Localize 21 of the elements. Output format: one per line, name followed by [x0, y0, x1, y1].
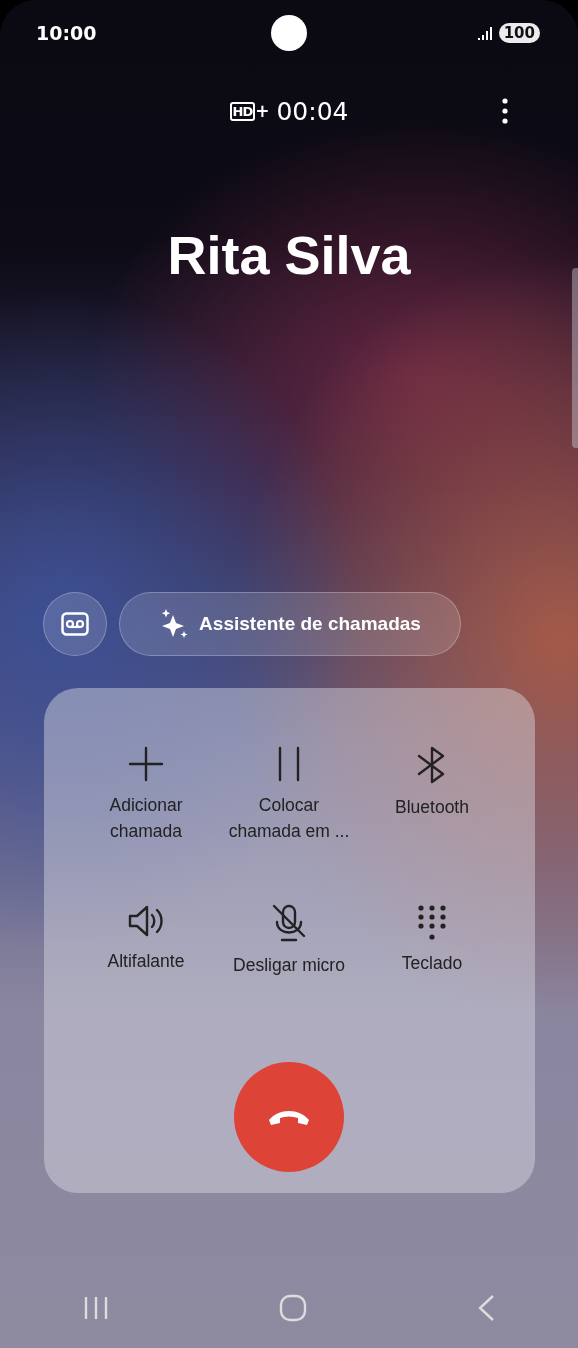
- signal-icon: [477, 25, 493, 41]
- call-action-button[interactable]: Adicionar chamada: [74, 746, 218, 886]
- call-action-button[interactable]: Bluetooth: [360, 746, 504, 886]
- microphone-off-icon: [272, 904, 306, 942]
- contact-name: Rita Silva: [167, 224, 411, 286]
- plus-icon: [128, 746, 164, 782]
- call-duration: 00:04: [276, 96, 349, 126]
- more-options-icon[interactable]: [502, 98, 508, 124]
- voicemail-icon: [61, 612, 89, 636]
- camera-cutout: [271, 15, 307, 51]
- speaker-icon: [127, 904, 165, 938]
- pause-icon: [276, 746, 302, 782]
- call-action-button[interactable]: Altifalante: [74, 904, 218, 1044]
- call-action-button[interactable]: Desligar micro: [217, 904, 361, 1044]
- call-assistant-button[interactable]: Assistente de chamadas: [119, 592, 461, 656]
- side-handle[interactable]: [572, 268, 578, 448]
- battery-level: 100: [498, 23, 540, 43]
- call-action-button[interactable]: Colocar chamada em ...: [217, 746, 361, 886]
- keypad-icon: [417, 904, 447, 940]
- status-time: 10:00: [36, 22, 97, 44]
- call-action-button[interactable]: Teclado: [360, 904, 504, 1044]
